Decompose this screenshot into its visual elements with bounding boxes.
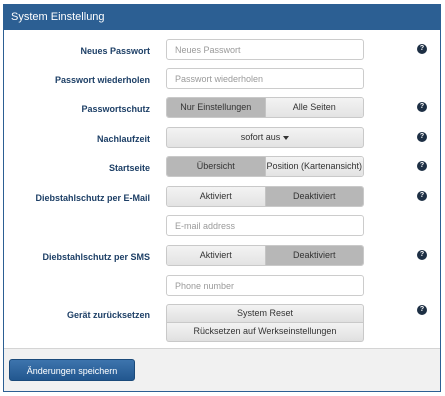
option-sms-deaktiviert[interactable]: Deaktiviert [264,246,363,265]
help-icon[interactable]: ? [417,132,427,142]
theft-email-label: Diebstahlschutz per E-Mail [35,193,150,203]
help-icon[interactable]: ? [417,191,427,201]
option-uebersicht[interactable]: Übersicht [167,157,265,176]
help-icon[interactable]: ? [417,161,427,171]
start-page-label: Startseite [108,163,150,173]
password-protection-label: Passwortschutz [81,104,150,114]
reset-label: Gerät zurücksetzen [66,310,150,320]
settings-panel: System Einstellung Neues Passwort ? Pass… [3,4,441,392]
timeout-label: Nachlaufzeit [96,134,150,144]
help-icon[interactable]: ? [417,44,427,54]
caret-down-icon [283,135,290,140]
help-icon[interactable]: ? [417,102,427,112]
option-sms-aktiviert[interactable]: Aktiviert [167,246,265,265]
option-email-aktiviert[interactable]: Aktiviert [167,187,265,206]
panel-title: System Einstellung [4,5,440,30]
theft-email-toggle: Aktiviert Deaktiviert [166,186,364,207]
system-reset-button[interactable]: System Reset [166,304,364,323]
panel-footer: Änderungen speichern [4,348,440,391]
email-address-input[interactable] [166,215,364,236]
option-position-kartenansicht[interactable]: Position (Kartenansicht) [264,157,363,176]
new-password-input[interactable] [166,39,364,60]
option-alle-seiten[interactable]: Alle Seiten [264,98,363,117]
start-page-toggle: Übersicht Position (Kartenansicht) [166,156,364,177]
factory-reset-button[interactable]: Rücksetzen auf Werkseinstellungen [166,323,364,342]
theft-sms-toggle: Aktiviert Deaktiviert [166,245,364,266]
save-changes-button[interactable]: Änderungen speichern [9,359,135,381]
theft-sms-label: Diebstahlschutz per SMS [42,252,150,262]
repeat-password-label: Passwort wiederholen [54,75,150,85]
password-protection-toggle: Nur Einstellungen Alle Seiten [166,97,364,118]
option-email-deaktiviert[interactable]: Deaktiviert [264,187,363,206]
timeout-value: sofort aus [240,132,281,142]
repeat-password-input[interactable] [166,68,364,89]
option-nur-einstellungen[interactable]: Nur Einstellungen [167,98,265,117]
timeout-dropdown[interactable]: sofort aus [166,127,364,148]
help-icon[interactable]: ? [417,250,427,260]
new-password-label: Neues Passwort [80,46,150,56]
help-icon[interactable]: ? [417,305,427,315]
phone-number-input[interactable] [166,275,364,296]
